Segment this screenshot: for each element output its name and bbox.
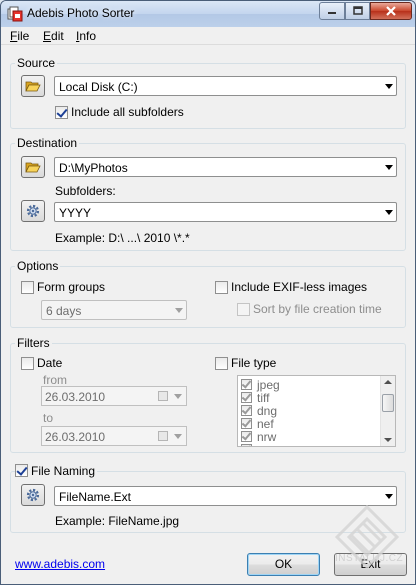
file-type-label: dng: [257, 404, 278, 418]
subfolders-pattern-select[interactable]: YYYY: [54, 202, 397, 222]
include-subfolders-checkbox[interactable]: [55, 106, 68, 119]
source-group: Source Local Disk (C:) Include all subfo…: [10, 56, 406, 129]
scroll-down-icon[interactable]: [384, 438, 392, 442]
menu-info[interactable]: Info: [76, 29, 96, 43]
file-type-label: tiff: [257, 391, 270, 405]
website-link[interactable]: www.adebis.com: [15, 557, 105, 571]
source-drive-select[interactable]: Local Disk (C:): [54, 76, 397, 96]
file-type-checkbox[interactable]: [241, 405, 252, 416]
date-from-value: 26.03.2010: [45, 390, 106, 404]
destination-group: Destination D:\MyPhotos Subfolders: YYYY…: [10, 136, 406, 251]
destination-path-value: D:\MyPhotos: [59, 161, 128, 175]
date-to-value: 26.03.2010: [45, 430, 106, 444]
file-naming-example: Example: FileName.jpg: [55, 514, 180, 528]
include-subfolders-label: Include all subfolders: [71, 105, 184, 119]
include-exifless-label: Include EXIF-less images: [231, 280, 368, 294]
group-interval-select[interactable]: 6 days: [41, 300, 187, 320]
destination-example: Example: D:\ ...\ 2010 \*.*: [55, 231, 190, 245]
chevron-down-icon: [174, 394, 182, 399]
chevron-down-icon: [175, 308, 183, 313]
menu-bar: File Edit Info: [1, 27, 415, 45]
destination-legend: Destination: [15, 136, 80, 150]
file-type-filter-checkbox[interactable]: [215, 357, 228, 370]
form-groups-label: Form groups: [37, 280, 106, 294]
source-drive-value: Local Disk (C:): [59, 80, 138, 94]
file-naming-legend: File Naming: [31, 464, 96, 478]
file-naming-legend-wrap: File Naming: [15, 464, 98, 478]
browse-source-button[interactable]: [21, 75, 45, 97]
file-type-list[interactable]: jpeg tiff dng nef nrw: [237, 375, 396, 447]
date-to-label: to: [43, 411, 54, 425]
date-from-picker[interactable]: 26.03.2010: [41, 386, 187, 406]
ok-button[interactable]: OK: [247, 553, 320, 576]
menu-edit-accel: E: [43, 29, 52, 43]
options-group: Options Form groups 6 days Include EXIF-…: [10, 259, 406, 328]
gear-icon: [26, 204, 40, 218]
maximize-button[interactable]: [345, 2, 370, 20]
calendar-icon: [158, 431, 168, 441]
date-filter-checkbox[interactable]: [21, 357, 34, 370]
file-type-filter-label: File type: [231, 356, 277, 370]
chevron-down-icon: [385, 210, 393, 215]
scroll-up-icon[interactable]: [384, 380, 392, 384]
group-interval-value: 6 days: [46, 304, 82, 318]
sort-by-creation-checkbox[interactable]: [237, 303, 250, 316]
chevron-down-icon: [174, 434, 182, 439]
date-to-picker[interactable]: 26.03.2010: [41, 426, 187, 446]
file-type-label: jpeg: [257, 378, 280, 392]
folder-open-icon: [25, 81, 41, 92]
chevron-down-icon: [385, 84, 393, 89]
menu-edit-label: dit: [51, 29, 64, 43]
file-type-label: nrw: [257, 430, 277, 444]
date-filter-label: Date: [37, 356, 63, 370]
file-type-checkbox[interactable]: [241, 444, 252, 446]
file-type-label: ...: [257, 443, 267, 446]
file-type-label: nef: [257, 417, 274, 431]
file-type-checkbox[interactable]: [241, 431, 252, 442]
subfolders-settings-button[interactable]: [21, 200, 45, 222]
file-naming-checkbox[interactable]: [15, 464, 28, 477]
app-window: Adebis Photo Sorter File Edit Info Sourc…: [0, 0, 416, 585]
file-naming-pattern-value: FileName.Ext: [59, 490, 132, 504]
maximize-icon: [352, 6, 363, 15]
gear-icon: [26, 488, 40, 502]
close-icon: [386, 6, 396, 16]
minimize-button[interactable]: [319, 2, 345, 20]
chevron-down-icon: [385, 165, 393, 170]
include-exifless-checkbox[interactable]: [215, 281, 228, 294]
file-type-checkbox[interactable]: [241, 418, 252, 429]
file-naming-settings-button[interactable]: [21, 484, 45, 506]
app-icon: [7, 6, 23, 22]
subfolders-pattern-value: YYYY: [59, 206, 92, 220]
form-groups-checkbox[interactable]: [21, 281, 34, 294]
browse-destination-button[interactable]: [21, 156, 45, 178]
close-button[interactable]: [370, 2, 412, 20]
file-type-scrollbar[interactable]: [380, 376, 395, 446]
options-legend: Options: [15, 259, 61, 273]
filters-legend: Filters: [15, 336, 52, 350]
file-type-checkbox[interactable]: [241, 379, 252, 390]
window-title: Adebis Photo Sorter: [27, 6, 135, 20]
title-bar[interactable]: Adebis Photo Sorter: [1, 1, 415, 27]
destination-path-select[interactable]: D:\MyPhotos: [54, 157, 397, 177]
menu-file[interactable]: File: [10, 29, 29, 43]
calendar-icon: [158, 391, 168, 401]
sort-by-creation-label: Sort by file creation time: [253, 302, 382, 316]
menu-info-label: nfo: [79, 29, 97, 43]
menu-file-label: ile: [17, 29, 30, 43]
source-legend: Source: [15, 56, 58, 70]
menu-edit[interactable]: Edit: [43, 29, 64, 43]
file-type-checkbox[interactable]: [241, 392, 252, 403]
date-from-label: from: [43, 373, 67, 387]
watermark-text: INSTALUJ.CZ: [335, 553, 404, 564]
filters-group: Filters Date from 26.03.2010 to 26.03.20…: [10, 336, 406, 453]
subfolders-label: Subfolders:: [55, 184, 116, 198]
folder-open-icon: [25, 162, 41, 173]
scroll-thumb[interactable]: [382, 394, 394, 412]
minimize-icon: [328, 12, 336, 14]
